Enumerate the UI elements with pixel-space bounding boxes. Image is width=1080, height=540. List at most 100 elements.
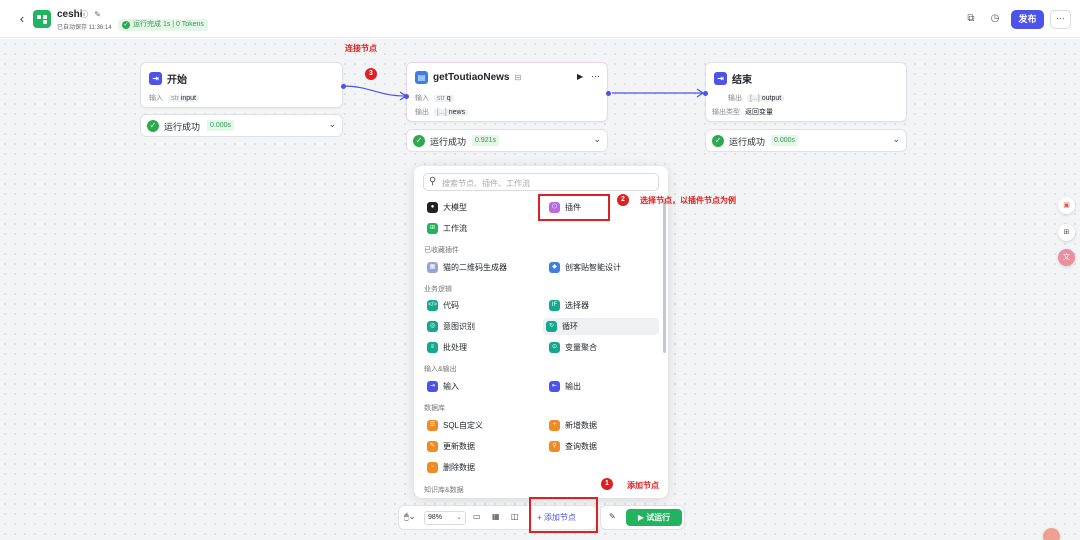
section-io: 输入&输出 — [424, 366, 457, 373]
node-plugin[interactable]: ▤ getToutiaoNews ⊟ ▶ ··· 输入 str q 输出 [...… — [404, 62, 611, 122]
status-text: 运行成功 — [729, 137, 766, 147]
database-insert-icon: + — [549, 420, 560, 431]
annotation-connect: 连接节点 — [345, 44, 377, 53]
code-icon: </> — [427, 300, 438, 311]
qrcode-plugin-icon: ▦ — [427, 262, 438, 273]
run-node-icon[interactable]: ▶ — [577, 72, 583, 81]
start-icon: ⇥ — [149, 72, 162, 85]
node-end[interactable]: ⇥ 结束 输出 [...] output 输出类型 返回变量 — [703, 62, 907, 122]
section-favorites: 已收藏插件 — [424, 247, 459, 254]
status-text: 运行成功 — [164, 122, 201, 132]
section-database: 数据库 — [424, 405, 445, 412]
database-query-icon: ⚲ — [549, 441, 560, 452]
node-item-delete[interactable]: − 删除数据 — [424, 459, 475, 476]
chevron-down-icon: ⌄ — [456, 514, 462, 521]
output-type-value: 返回变量 — [745, 109, 773, 116]
output-variable: [...] news — [434, 108, 469, 116]
node-item-input[interactable]: ⇥ 输入 — [424, 378, 459, 395]
annotation-add: 添加节点 — [627, 481, 659, 490]
annotation-box-add-node — [529, 497, 598, 533]
chevron-down-icon: ⌄ — [593, 134, 601, 144]
node-item-llm[interactable]: ● 大模型 — [424, 199, 467, 216]
node-more-icon[interactable]: ··· — [591, 71, 600, 81]
input-port[interactable] — [404, 94, 409, 99]
edge-start-plugin — [342, 85, 407, 97]
wrench-icon[interactable]: ✎ — [609, 512, 616, 521]
selector-if-icon: IF — [549, 300, 560, 311]
intent-icon: ◎ — [427, 321, 438, 332]
batch-icon: ≡ — [427, 342, 438, 353]
database-delete-icon: − — [427, 462, 438, 473]
input-variable: str q — [434, 94, 454, 102]
check-circle-icon: ✓ — [712, 135, 724, 147]
translate-icon[interactable]: 文 — [1058, 249, 1075, 266]
output-port[interactable] — [606, 91, 611, 96]
output-icon: ⇤ — [549, 381, 560, 392]
end-status-bar[interactable]: ✓ 运行成功 0.000s ⌄ — [705, 129, 907, 152]
comment-icon[interactable]: ▭ — [473, 512, 481, 521]
node-item-fav2[interactable]: ◆ 创客贴智能设计 — [546, 259, 621, 276]
plugin-news-icon: ▤ — [415, 71, 428, 84]
output-variable: [...] output — [747, 94, 785, 102]
node-item-var-agg[interactable]: ⊙ 变量聚合 — [546, 339, 597, 356]
gift-icon[interactable]: ▣ — [1058, 197, 1075, 214]
apps-icon[interactable]: ⊞ — [1058, 224, 1075, 241]
mouse-mode-icon[interactable]: 🖱⌄ — [404, 512, 416, 522]
node-item-code[interactable]: </> 代码 — [424, 297, 459, 314]
node-item-workflow[interactable]: ⊞ 工作流 — [424, 220, 467, 237]
node-item-fav1[interactable]: ▦ 猫的二维码生成器 — [424, 259, 507, 276]
node-item-update[interactable]: ✎ 更新数据 — [424, 438, 475, 455]
layout-icon[interactable]: ▦ — [492, 512, 500, 521]
start-status-bar[interactable]: ✓ 运行成功 0.000s ⌄ — [140, 114, 343, 137]
node-start-title: 开始 — [167, 75, 187, 86]
chevron-down-icon: ⌄ — [328, 119, 336, 129]
node-end-title: 结束 — [732, 75, 752, 86]
check-circle-icon: ✓ — [147, 120, 159, 132]
annotation-number-3: 3 — [365, 68, 377, 80]
panel-scrollbar[interactable] — [663, 198, 666, 353]
section-knowledge: 知识库&数据 — [424, 487, 464, 494]
node-item-intent[interactable]: ◎ 意图识别 — [424, 318, 475, 335]
input-icon: ⇥ — [427, 381, 438, 392]
output-port[interactable] — [341, 84, 346, 89]
badge-icon: ⊟ — [514, 73, 522, 82]
minimap-icon[interactable]: ◫ — [511, 512, 519, 521]
loop-icon: ↻ — [546, 321, 557, 332]
search-icon: ⚲ — [429, 176, 437, 187]
io-label: 输入 — [149, 95, 163, 102]
status-time: 0.000s — [771, 135, 799, 146]
variable-aggregate-icon: ⊙ — [549, 342, 560, 353]
section-logic: 业务逻辑 — [424, 286, 452, 293]
status-time: 0.921s — [472, 135, 500, 146]
search-input[interactable]: ⚲ 搜索节点、插件、工作流 — [423, 173, 659, 191]
assistant-avatar[interactable] — [1043, 528, 1060, 540]
node-item-batch[interactable]: ≡ 批处理 — [424, 339, 467, 356]
design-plugin-icon: ◆ — [549, 262, 560, 273]
node-item-output[interactable]: ⇤ 输出 — [546, 378, 581, 395]
database-update-icon: ✎ — [427, 441, 438, 452]
run-toolbar: ✎ ▶ 试运行 — [600, 505, 685, 530]
io-variable: str input — [168, 94, 199, 102]
status-text: 运行成功 — [430, 137, 467, 147]
test-run-button[interactable]: ▶ 试运行 — [626, 509, 682, 526]
annotation-number-1: 1 — [601, 478, 613, 490]
end-icon: ⇥ — [714, 72, 727, 85]
node-item-query[interactable]: ⚲ 查询数据 — [546, 438, 597, 455]
input-port[interactable] — [703, 91, 708, 96]
zoom-select[interactable]: 98% ⌄ — [424, 511, 466, 525]
plugin-status-bar[interactable]: ✓ 运行成功 0.921s ⌄ — [406, 129, 608, 152]
annotation-select: 选择节点，以插件节点为例 — [640, 196, 736, 205]
check-circle-icon: ✓ — [413, 135, 425, 147]
node-start[interactable]: ⇥ 开始 输入 str input — [140, 62, 346, 108]
database-icon: ☰ — [427, 420, 438, 431]
annotation-number-2: 2 — [617, 194, 629, 206]
annotation-box-plugin — [538, 194, 610, 221]
node-plugin-title: getToutiaoNews — [433, 72, 510, 83]
llm-icon: ● — [427, 202, 438, 213]
node-item-sql[interactable]: ☰ SQL自定义 — [424, 417, 483, 434]
node-item-insert[interactable]: + 新增数据 — [546, 417, 597, 434]
chevron-down-icon: ⌄ — [892, 134, 900, 144]
node-item-selector[interactable]: IF 选择器 — [546, 297, 589, 314]
workflow-icon: ⊞ — [427, 223, 438, 234]
node-item-loop[interactable]: ↻ 循环 — [543, 318, 659, 335]
